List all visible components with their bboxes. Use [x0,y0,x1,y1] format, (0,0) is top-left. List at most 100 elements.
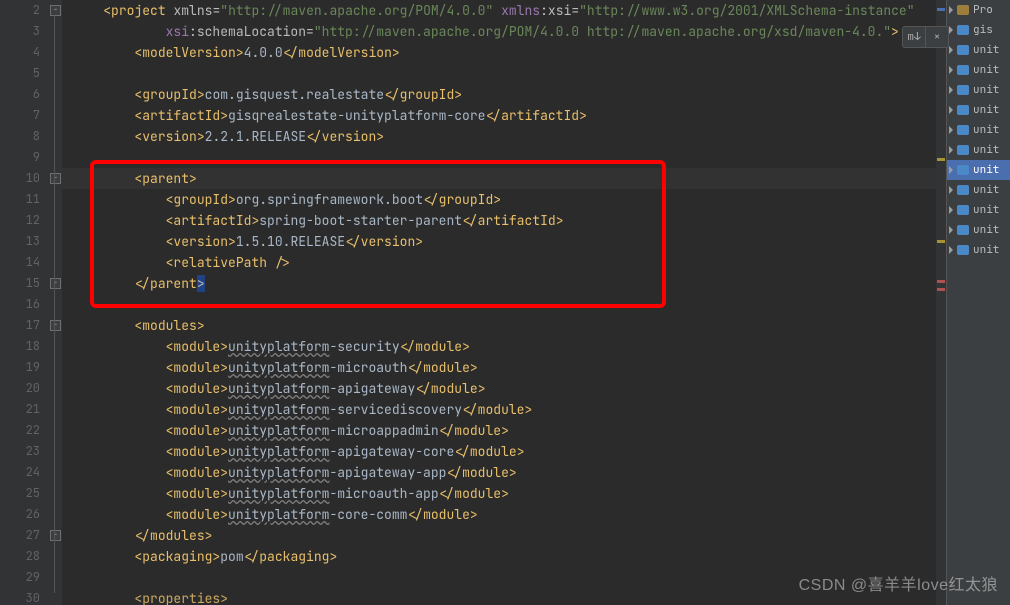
module-icon [957,25,969,35]
project-tree-label: gis [973,23,993,37]
code-line[interactable]: <project xmlns="http://maven.apache.org/… [62,0,946,21]
line-number: 23 [0,441,48,462]
code-line[interactable]: <module>unityplatform-apigateway-core</m… [62,441,946,462]
code-line[interactable]: xsi:schemaLocation="http://maven.apache.… [62,21,946,42]
line-number: 7 [0,105,48,126]
project-tree-item[interactable]: unit [947,80,1010,100]
line-number: 8 [0,126,48,147]
line-number: 2 [0,0,48,21]
line-number: 15 [0,273,48,294]
code-line[interactable]: <modules> [62,315,946,336]
code-area[interactable]: m↓ × <project xmlns="http://maven.apache… [62,0,946,605]
project-tree-item[interactable]: unit [947,180,1010,200]
code-line[interactable]: <module>unityplatform-apigateway</module… [62,378,946,399]
code-line[interactable]: <module>unityplatform-microappadmin</mod… [62,420,946,441]
code-line[interactable]: <relativePath /> [62,252,946,273]
code-line[interactable] [62,567,946,588]
code-line[interactable]: <modelVersion>4.0.0</modelVersion> [62,42,946,63]
chevron-right-icon [949,86,953,94]
project-tree-item[interactable]: unit [947,220,1010,240]
module-icon [957,125,969,135]
code-line[interactable]: <properties> [62,588,946,605]
project-tree-item[interactable]: unit [947,140,1010,160]
project-tree-label: unit [973,83,999,97]
chevron-right-icon [949,246,953,254]
code-line[interactable] [62,294,946,315]
code-editor[interactable]: 2345678910111213141516171819202122232425… [0,0,946,605]
project-tree-item[interactable]: unit [947,160,1010,180]
fold-toggle-icon[interactable]: - [50,173,61,184]
fold-toggle-icon[interactable]: - [50,320,61,331]
stripe-marker[interactable] [937,240,945,243]
line-number: 9 [0,147,48,168]
project-tree-label: unit [973,143,999,157]
fold-toggle-icon[interactable]: - [50,5,61,16]
module-icon [957,245,969,255]
code-line[interactable]: </modules> [62,525,946,546]
project-tree-item[interactable]: Pro [947,0,1010,20]
line-number: 14 [0,252,48,273]
chevron-right-icon [949,126,953,134]
project-tree-item[interactable]: unit [947,240,1010,260]
code-line[interactable]: <parent> [62,168,946,189]
close-icon[interactable]: × [925,27,948,47]
code-line[interactable]: <module>unityplatform-security</module> [62,336,946,357]
code-line[interactable] [62,63,946,84]
project-tree-label: unit [973,63,999,77]
project-tree-item[interactable]: gis [947,20,1010,40]
code-line[interactable]: <module>unityplatform-core-comm</module> [62,504,946,525]
floating-toolbar: m↓ × [902,26,949,48]
project-tree-item[interactable]: unit [947,200,1010,220]
maven-reimport-icon[interactable]: m↓ [903,27,925,47]
line-number: 25 [0,483,48,504]
stripe-marker[interactable] [937,8,945,11]
project-tree-item[interactable]: unit [947,40,1010,60]
code-line[interactable]: <module>unityplatform-servicediscovery</… [62,399,946,420]
chevron-right-icon [949,206,953,214]
fold-column[interactable]: - - - - - [48,0,62,605]
project-tree-item[interactable]: unit [947,100,1010,120]
project-tree-label: unit [973,103,999,117]
module-icon [957,45,969,55]
stripe-marker[interactable] [937,288,945,291]
code-line[interactable]: <artifactId>spring-boot-starter-parent</… [62,210,946,231]
module-icon [957,145,969,155]
code-line[interactable]: <groupId>org.springframework.boot</group… [62,189,946,210]
code-line[interactable] [62,147,946,168]
code-line[interactable]: <version>2.2.1.RELEASE</version> [62,126,946,147]
line-number: 29 [0,567,48,588]
code-line[interactable]: <version>1.5.10.RELEASE</version> [62,231,946,252]
project-tree-item[interactable]: unit [947,120,1010,140]
stripe-marker[interactable] [937,280,945,283]
error-stripe[interactable] [936,0,946,605]
project-tree-label: unit [973,243,999,257]
module-icon [957,105,969,115]
line-number: 22 [0,420,48,441]
line-number: 5 [0,63,48,84]
module-icon [957,225,969,235]
project-tree-label: Pro [973,3,993,17]
chevron-right-icon [949,106,953,114]
project-tree-label: unit [973,183,999,197]
code-line[interactable]: </parent> [62,273,946,294]
line-number: 28 [0,546,48,567]
project-tree-label: unit [973,203,999,217]
code-line[interactable]: <module>unityplatform-apigateway-app</mo… [62,462,946,483]
fold-toggle-icon[interactable]: - [50,278,61,289]
line-number-gutter: 2345678910111213141516171819202122232425… [0,0,48,605]
project-tree-item[interactable]: unit [947,60,1010,80]
fold-toggle-icon[interactable]: - [50,530,61,541]
project-tree-label: unit [973,43,999,57]
project-tree-label: unit [973,123,999,137]
stripe-marker[interactable] [937,158,945,161]
code-line[interactable]: <groupId>com.gisquest.realestate</groupI… [62,84,946,105]
line-number: 16 [0,294,48,315]
code-line[interactable]: <artifactId>gisqrealestate-unityplatform… [62,105,946,126]
line-number: 17 [0,315,48,336]
code-line[interactable]: <module>unityplatform-microauth-app</mod… [62,483,946,504]
module-icon [957,85,969,95]
line-number: 20 [0,378,48,399]
project-tool-window[interactable]: Pro gis unit unit unit unit unit unit unit unit un… [946,0,1010,605]
code-line[interactable]: <module>unityplatform-microauth</module> [62,357,946,378]
code-line[interactable]: <packaging>pom</packaging> [62,546,946,567]
